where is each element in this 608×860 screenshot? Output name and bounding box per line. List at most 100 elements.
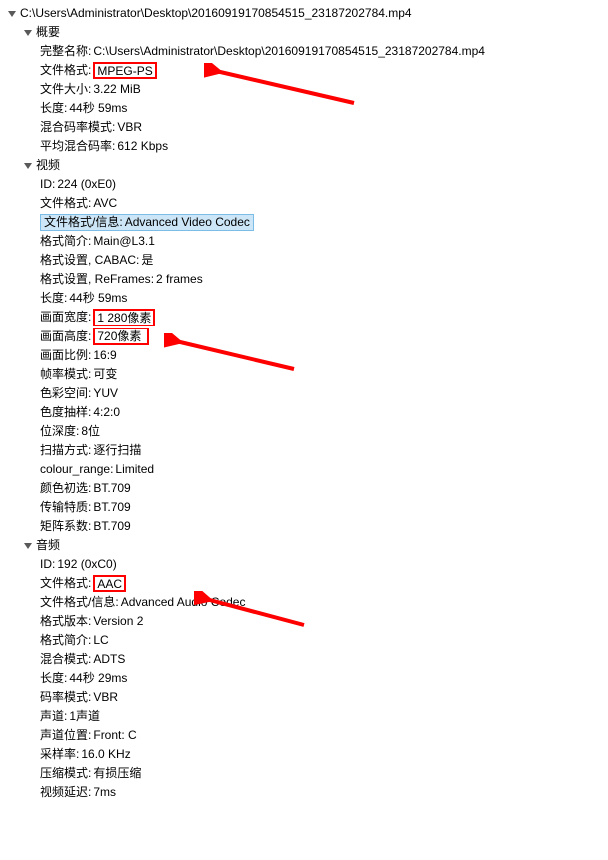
- property-value: VBR: [117, 118, 142, 137]
- property-row[interactable]: 采样率:16.0 KHz: [4, 745, 608, 764]
- property-row[interactable]: 长度:44秒 59ms: [4, 99, 608, 118]
- property-label: 传输特质: [40, 498, 88, 517]
- property-label: 帧率模式: [40, 365, 88, 384]
- selected-item: 文件格式/信息:Advanced Video Codec: [40, 214, 254, 231]
- property-value: MPEG-PS: [97, 64, 152, 78]
- property-value: AAC: [97, 577, 122, 591]
- property-value: Front: C: [93, 726, 136, 745]
- property-row[interactable]: 扫描方式:逐行扫描: [4, 441, 608, 460]
- property-row[interactable]: 格式简介:LC: [4, 631, 608, 650]
- property-label: 扫描方式: [40, 441, 88, 460]
- property-row[interactable]: 完整名称:C:\Users\Administrator\Desktop\2016…: [4, 42, 608, 61]
- property-row[interactable]: 颜色初选:BT.709: [4, 479, 608, 498]
- property-label: 位深度: [40, 422, 76, 441]
- property-row[interactable]: 帧率模式:可变: [4, 365, 608, 384]
- property-label: 文件格式/信息: [40, 593, 115, 612]
- property-row[interactable]: 平均混合码率:612 Kbps: [4, 137, 608, 156]
- property-row[interactable]: 声道:1声道: [4, 707, 608, 726]
- property-row[interactable]: 文件格式/信息:Advanced Audio Codec: [4, 593, 608, 612]
- property-value: C:\Users\Administrator\Desktop\201609191…: [93, 42, 485, 61]
- property-value: 720像素: [97, 329, 141, 343]
- property-value: LC: [93, 631, 108, 650]
- property-label: ID: [40, 555, 52, 574]
- property-row[interactable]: 位深度:8位: [4, 422, 608, 441]
- property-row[interactable]: 视频延迟:7ms: [4, 783, 608, 802]
- collapse-icon[interactable]: [22, 27, 34, 39]
- property-row[interactable]: 格式版本:Version 2: [4, 612, 608, 631]
- collapse-icon[interactable]: [6, 8, 18, 20]
- property-value: 可变: [93, 365, 117, 384]
- property-value: 7ms: [93, 783, 116, 802]
- highlight-box: AAC: [93, 575, 126, 592]
- collapse-icon[interactable]: [22, 540, 34, 552]
- property-row[interactable]: 文件大小:3.22 MiB: [4, 80, 608, 99]
- property-value: Main@L3.1: [93, 232, 155, 251]
- property-value: 1声道: [69, 707, 100, 726]
- property-row[interactable]: 文件格式: AAC: [4, 574, 608, 593]
- property-label: 文件大小: [40, 80, 88, 99]
- property-value: 44秒 59ms: [69, 99, 127, 118]
- property-label: 画面高度: [40, 327, 88, 346]
- property-label: 文件格式/信息: [44, 214, 119, 231]
- property-row[interactable]: 压缩模式:有损压缩: [4, 764, 608, 783]
- property-row[interactable]: ID:224 (0xE0): [4, 175, 608, 194]
- property-label: 长度: [40, 669, 64, 688]
- property-value: ADTS: [93, 650, 125, 669]
- section-audio[interactable]: 音频: [4, 536, 608, 555]
- property-label: 视频延迟: [40, 783, 88, 802]
- property-value: 逐行扫描: [93, 441, 141, 460]
- property-value: VBR: [93, 688, 118, 707]
- property-value: 44秒 59ms: [69, 289, 127, 308]
- property-value: BT.709: [93, 517, 130, 536]
- property-value: BT.709: [93, 479, 130, 498]
- property-row[interactable]: ID:192 (0xC0): [4, 555, 608, 574]
- property-row[interactable]: 格式简介:Main@L3.1: [4, 232, 608, 251]
- property-value: 612 Kbps: [117, 137, 168, 156]
- property-value: 16:9: [93, 346, 116, 365]
- property-row[interactable]: 混合模式:ADTS: [4, 650, 608, 669]
- property-row[interactable]: 色度抽样:4:2:0: [4, 403, 608, 422]
- property-row[interactable]: 画面比例:16:9: [4, 346, 608, 365]
- property-row[interactable]: 传输特质:BT.709: [4, 498, 608, 517]
- property-row[interactable]: 色彩空间:YUV: [4, 384, 608, 403]
- section-title: 音频: [36, 536, 60, 555]
- property-row[interactable]: 文件格式: MPEG-PS: [4, 61, 608, 80]
- highlight-box: MPEG-PS: [93, 62, 156, 79]
- property-value: Advanced Video Codec: [125, 214, 250, 231]
- property-value: 4:2:0: [93, 403, 120, 422]
- property-row[interactable]: 混合码率模式:VBR: [4, 118, 608, 137]
- property-row[interactable]: colour_range:Limited: [4, 460, 608, 479]
- property-value: Limited: [115, 460, 154, 479]
- property-label: 画面宽度: [40, 308, 88, 327]
- property-label: 格式版本: [40, 612, 88, 631]
- tree-root[interactable]: C:\Users\Administrator\Desktop\201609191…: [4, 4, 608, 23]
- property-label: 格式简介: [40, 232, 88, 251]
- property-value: 8位: [81, 422, 100, 441]
- property-label: 格式简介: [40, 631, 88, 650]
- property-row[interactable]: 长度:44秒 59ms: [4, 289, 608, 308]
- property-row[interactable]: 格式设置, ReFrames:2 frames: [4, 270, 608, 289]
- collapse-icon[interactable]: [22, 160, 34, 172]
- property-label: 格式设置, CABAC: [40, 251, 136, 270]
- property-label: 色彩空间: [40, 384, 88, 403]
- property-row[interactable]: 画面高度: 720像素: [4, 327, 608, 346]
- property-row[interactable]: 文件格式:AVC: [4, 194, 608, 213]
- property-label: 画面比例: [40, 346, 88, 365]
- property-row[interactable]: 长度:44秒 29ms: [4, 669, 608, 688]
- property-label: ID: [40, 175, 52, 194]
- property-label: 文件格式: [40, 61, 88, 80]
- property-row[interactable]: 矩阵系数:BT.709: [4, 517, 608, 536]
- property-row-selected[interactable]: 文件格式/信息:Advanced Video Codec: [4, 213, 608, 232]
- section-video[interactable]: 视频: [4, 156, 608, 175]
- property-value: AVC: [93, 194, 117, 213]
- property-value: 1 280像素: [97, 311, 151, 325]
- property-row[interactable]: 格式设置, CABAC:是: [4, 251, 608, 270]
- property-label: 混合码率模式: [40, 118, 112, 137]
- property-row[interactable]: 声道位置:Front: C: [4, 726, 608, 745]
- property-value: 有损压缩: [93, 764, 141, 783]
- property-row[interactable]: 码率模式:VBR: [4, 688, 608, 707]
- section-summary[interactable]: 概要: [4, 23, 608, 42]
- property-row[interactable]: 画面宽度: 1 280像素: [4, 308, 608, 327]
- property-value: 192 (0xC0): [57, 555, 116, 574]
- property-value: BT.709: [93, 498, 130, 517]
